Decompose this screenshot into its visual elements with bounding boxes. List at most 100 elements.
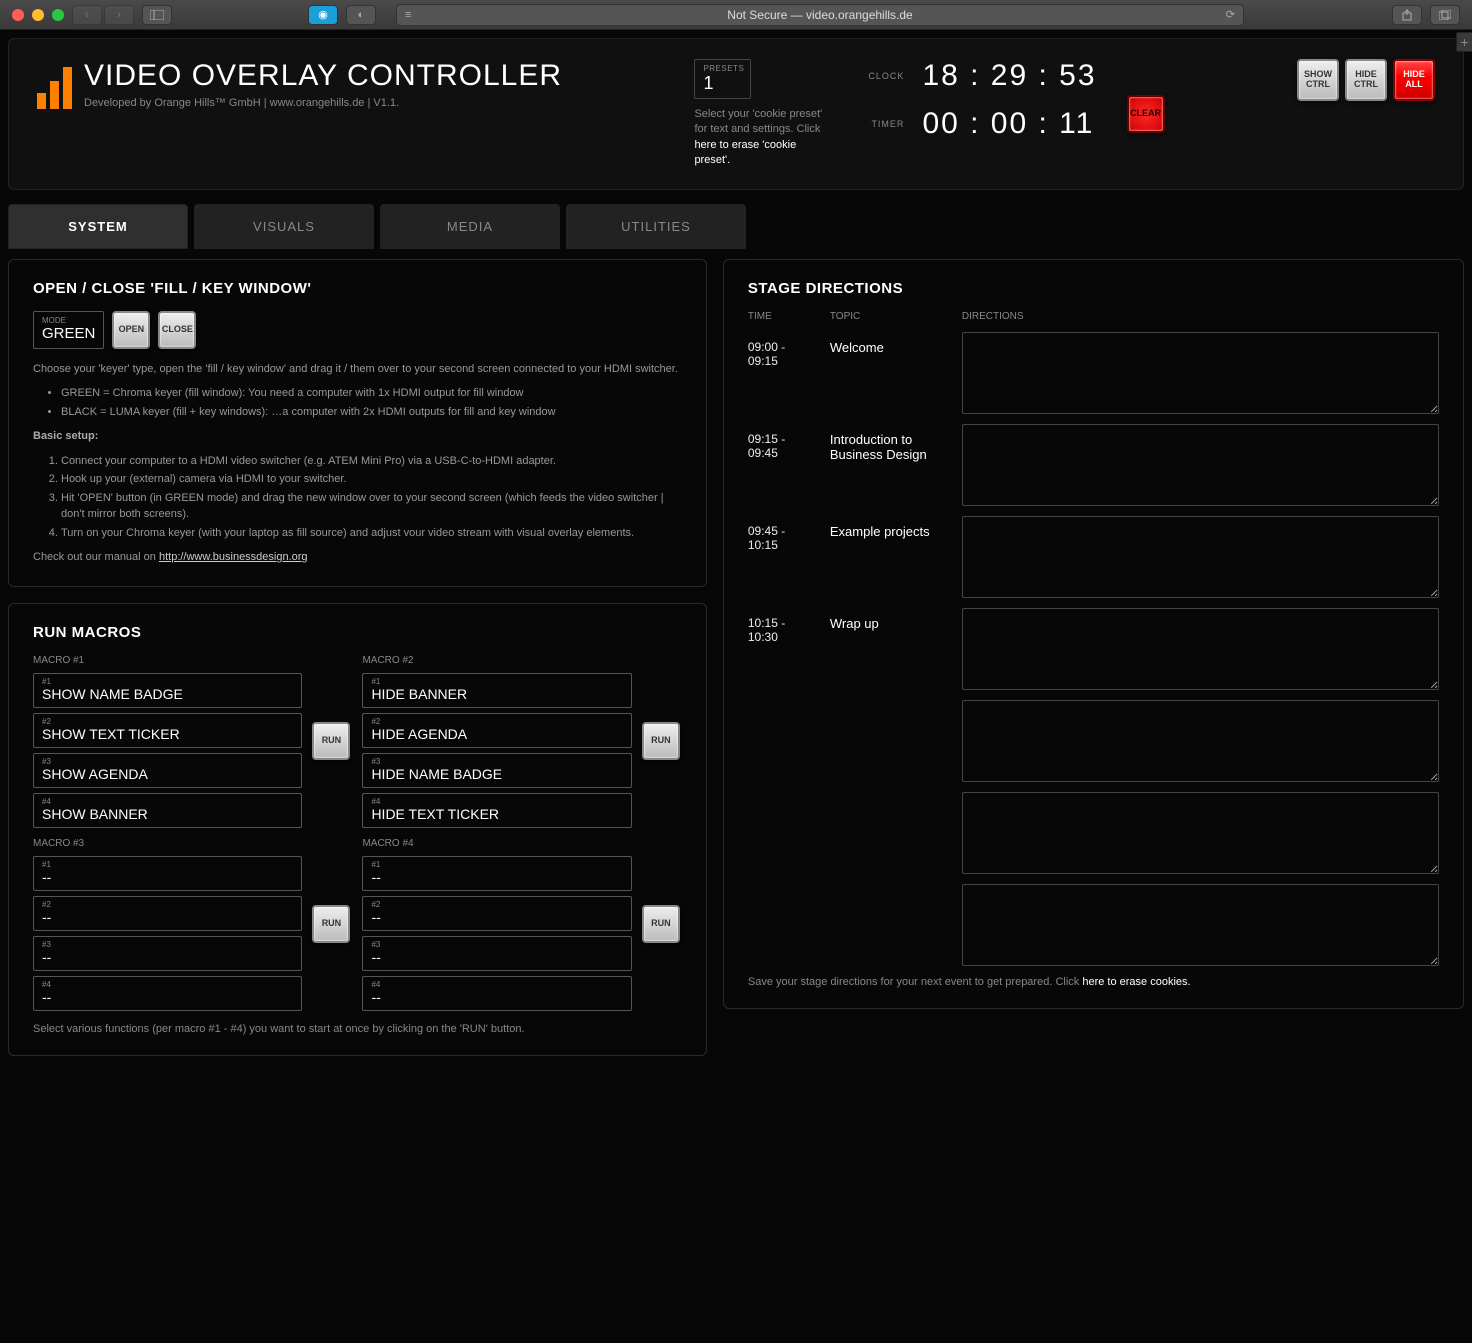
run-macro-button[interactable]: RUN	[642, 722, 680, 760]
macro-input[interactable]: #2--	[362, 896, 631, 931]
back-button[interactable]: ‹	[72, 5, 102, 25]
stage-col-time: TIME	[748, 311, 818, 322]
clock-label: CLOCK	[864, 71, 904, 81]
timer-value: 00 : 00 : 11	[922, 107, 1094, 141]
stage-directions-input[interactable]	[962, 516, 1439, 598]
browser-toolbar: ‹ › ◉ ◐ ≡ Not Secure — video.orangehills…	[0, 0, 1472, 30]
preset-select[interactable]: PRESETS 1	[694, 59, 751, 99]
address-bar[interactable]: ≡ Not Secure — video.orangehills.de ⟳	[396, 4, 1244, 26]
forward-button[interactable]: ›	[104, 5, 134, 25]
close-button[interactable]: CLOSE	[158, 311, 196, 349]
tab-visuals[interactable]: VISUALS	[194, 204, 374, 249]
minimize-window-button[interactable]	[32, 9, 44, 21]
stage-footer: Save your stage directions for your next…	[748, 976, 1439, 988]
stage-directions-input[interactable]	[962, 608, 1439, 690]
show-ctrl-button[interactable]: SHOW CTRL	[1297, 59, 1339, 101]
stage-directions-input[interactable]	[962, 884, 1439, 966]
macro-input[interactable]: #1--	[362, 856, 631, 891]
macro-input[interactable]: #2HIDE AGENDA	[362, 713, 631, 748]
macro-slot-label: #3	[371, 757, 622, 766]
macro-input[interactable]: #3HIDE NAME BADGE	[362, 753, 631, 788]
close-window-button[interactable]	[12, 9, 24, 21]
macro-slot-value: HIDE TEXT TICKER	[371, 806, 622, 822]
erase-preset-link[interactable]: here to erase 'cookie preset'.	[694, 139, 796, 166]
macro-slot-value: SHOW NAME BADGE	[42, 686, 293, 702]
macro-input[interactable]: #4--	[33, 976, 302, 1011]
macro-slot-label: #1	[42, 860, 293, 869]
macro-slot-value: --	[42, 989, 293, 1005]
open-button[interactable]: OPEN	[112, 311, 150, 349]
run-macro-button[interactable]: RUN	[312, 905, 350, 943]
manual-link[interactable]: http://www.businessdesign.org	[159, 551, 308, 563]
macro-slot-label: #2	[371, 717, 622, 726]
stage-row: 10:15 - 10:30Wrap up	[748, 608, 1439, 690]
macro-slot-value: --	[371, 909, 622, 925]
tab-system[interactable]: SYSTEM	[8, 204, 188, 249]
stage-col-topic: TOPIC	[830, 311, 950, 322]
macro-slot-label: #4	[371, 797, 622, 806]
macro-slot-value: --	[371, 949, 622, 965]
reload-icon[interactable]: ⟳	[1226, 8, 1235, 21]
macro-input[interactable]: #4SHOW BANNER	[33, 793, 302, 828]
run-macro-button[interactable]: RUN	[312, 722, 350, 760]
logo-icon	[37, 67, 72, 109]
stage-topic: Wrap up	[830, 608, 950, 631]
run-macros-panel: RUN MACROS MACRO #1#1SHOW NAME BADGE#2SH…	[8, 603, 707, 1056]
macro-slot-value: HIDE BANNER	[371, 686, 622, 702]
new-tab-button[interactable]: +	[1456, 32, 1472, 52]
stage-title: STAGE DIRECTIONS	[748, 280, 1439, 297]
app-subtitle: Developed by Orange Hills™ GmbH | www.or…	[84, 97, 562, 109]
stage-directions-input[interactable]	[962, 332, 1439, 414]
macro-input[interactable]: #2--	[33, 896, 302, 931]
stage-directions-input[interactable]	[962, 424, 1439, 506]
stage-row: 09:45 - 10:15 Example projects	[748, 516, 1439, 598]
stage-directions-input[interactable]	[962, 792, 1439, 874]
macro-slot-value: --	[371, 989, 622, 1005]
sidebar-button[interactable]	[142, 5, 172, 25]
macro-slot-label: #2	[371, 900, 622, 909]
tabs-button[interactable]	[1430, 5, 1460, 25]
run-macro-button[interactable]: RUN	[642, 905, 680, 943]
macro-input[interactable]: #4--	[362, 976, 631, 1011]
shield-button[interactable]: ◉	[308, 5, 338, 25]
macro-input[interactable]: #3--	[33, 936, 302, 971]
macro-input[interactable]: #1--	[33, 856, 302, 891]
timer-label: TIMER	[864, 119, 904, 129]
logo: VIDEO OVERLAY CONTROLLER Developed by Or…	[37, 59, 562, 109]
stage-topic: Introduction to Business Design	[830, 424, 950, 462]
stage-directions-panel: STAGE DIRECTIONS TIME TOPIC DIRECTIONS 0…	[723, 259, 1464, 1009]
macro-input[interactable]: #1SHOW NAME BADGE	[33, 673, 302, 708]
stage-time: 09:45 - 10:15	[748, 516, 818, 552]
setup-step: Hit 'OPEN' button (in GREEN mode) and dr…	[61, 490, 682, 523]
macro-input[interactable]: #4HIDE TEXT TICKER	[362, 793, 631, 828]
clear-button[interactable]: CLEAR	[1127, 95, 1165, 133]
privacy-button[interactable]: ◐	[346, 5, 376, 25]
stage-topic	[830, 792, 950, 800]
share-button[interactable]	[1392, 5, 1422, 25]
macro-input[interactable]: #3SHOW AGENDA	[33, 753, 302, 788]
hide-ctrl-button[interactable]: HIDE CTRL	[1345, 59, 1387, 101]
stage-directions-input[interactable]	[962, 700, 1439, 782]
macro-slot-label: #2	[42, 900, 293, 909]
keyer-bullet-green: GREEN = Chroma keyer (fill window): You …	[61, 385, 682, 402]
keyer-bullet-black: BLACK = LUMA keyer (fill + key windows):…	[61, 404, 682, 421]
stage-time	[748, 700, 818, 708]
macro-input[interactable]: #3--	[362, 936, 631, 971]
mode-select[interactable]: MODE GREEN	[33, 311, 104, 349]
macro-column-label: MACRO #4	[362, 838, 631, 849]
maximize-window-button[interactable]	[52, 9, 64, 21]
stage-row: 09:00 - 09:15Welcome	[748, 332, 1439, 414]
open-close-description: Choose your 'keyer' type, open the 'fill…	[33, 361, 682, 566]
stage-topic: Example projects	[830, 516, 950, 539]
mode-value: GREEN	[42, 325, 95, 342]
macro-slot-label: #3	[42, 940, 293, 949]
erase-cookies-link[interactable]: here to erase cookies.	[1082, 976, 1190, 988]
tab-media[interactable]: MEDIA	[380, 204, 560, 249]
macros-footer: Select various functions (per macro #1 -…	[33, 1023, 682, 1035]
tab-utilities[interactable]: UTILITIES	[566, 204, 746, 249]
macro-input[interactable]: #1HIDE BANNER	[362, 673, 631, 708]
macro-slot-label: #4	[42, 980, 293, 989]
macro-input[interactable]: #2SHOW TEXT TICKER	[33, 713, 302, 748]
stage-time: 09:00 - 09:15	[748, 332, 818, 368]
hide-all-button[interactable]: HIDE ALL	[1393, 59, 1435, 101]
